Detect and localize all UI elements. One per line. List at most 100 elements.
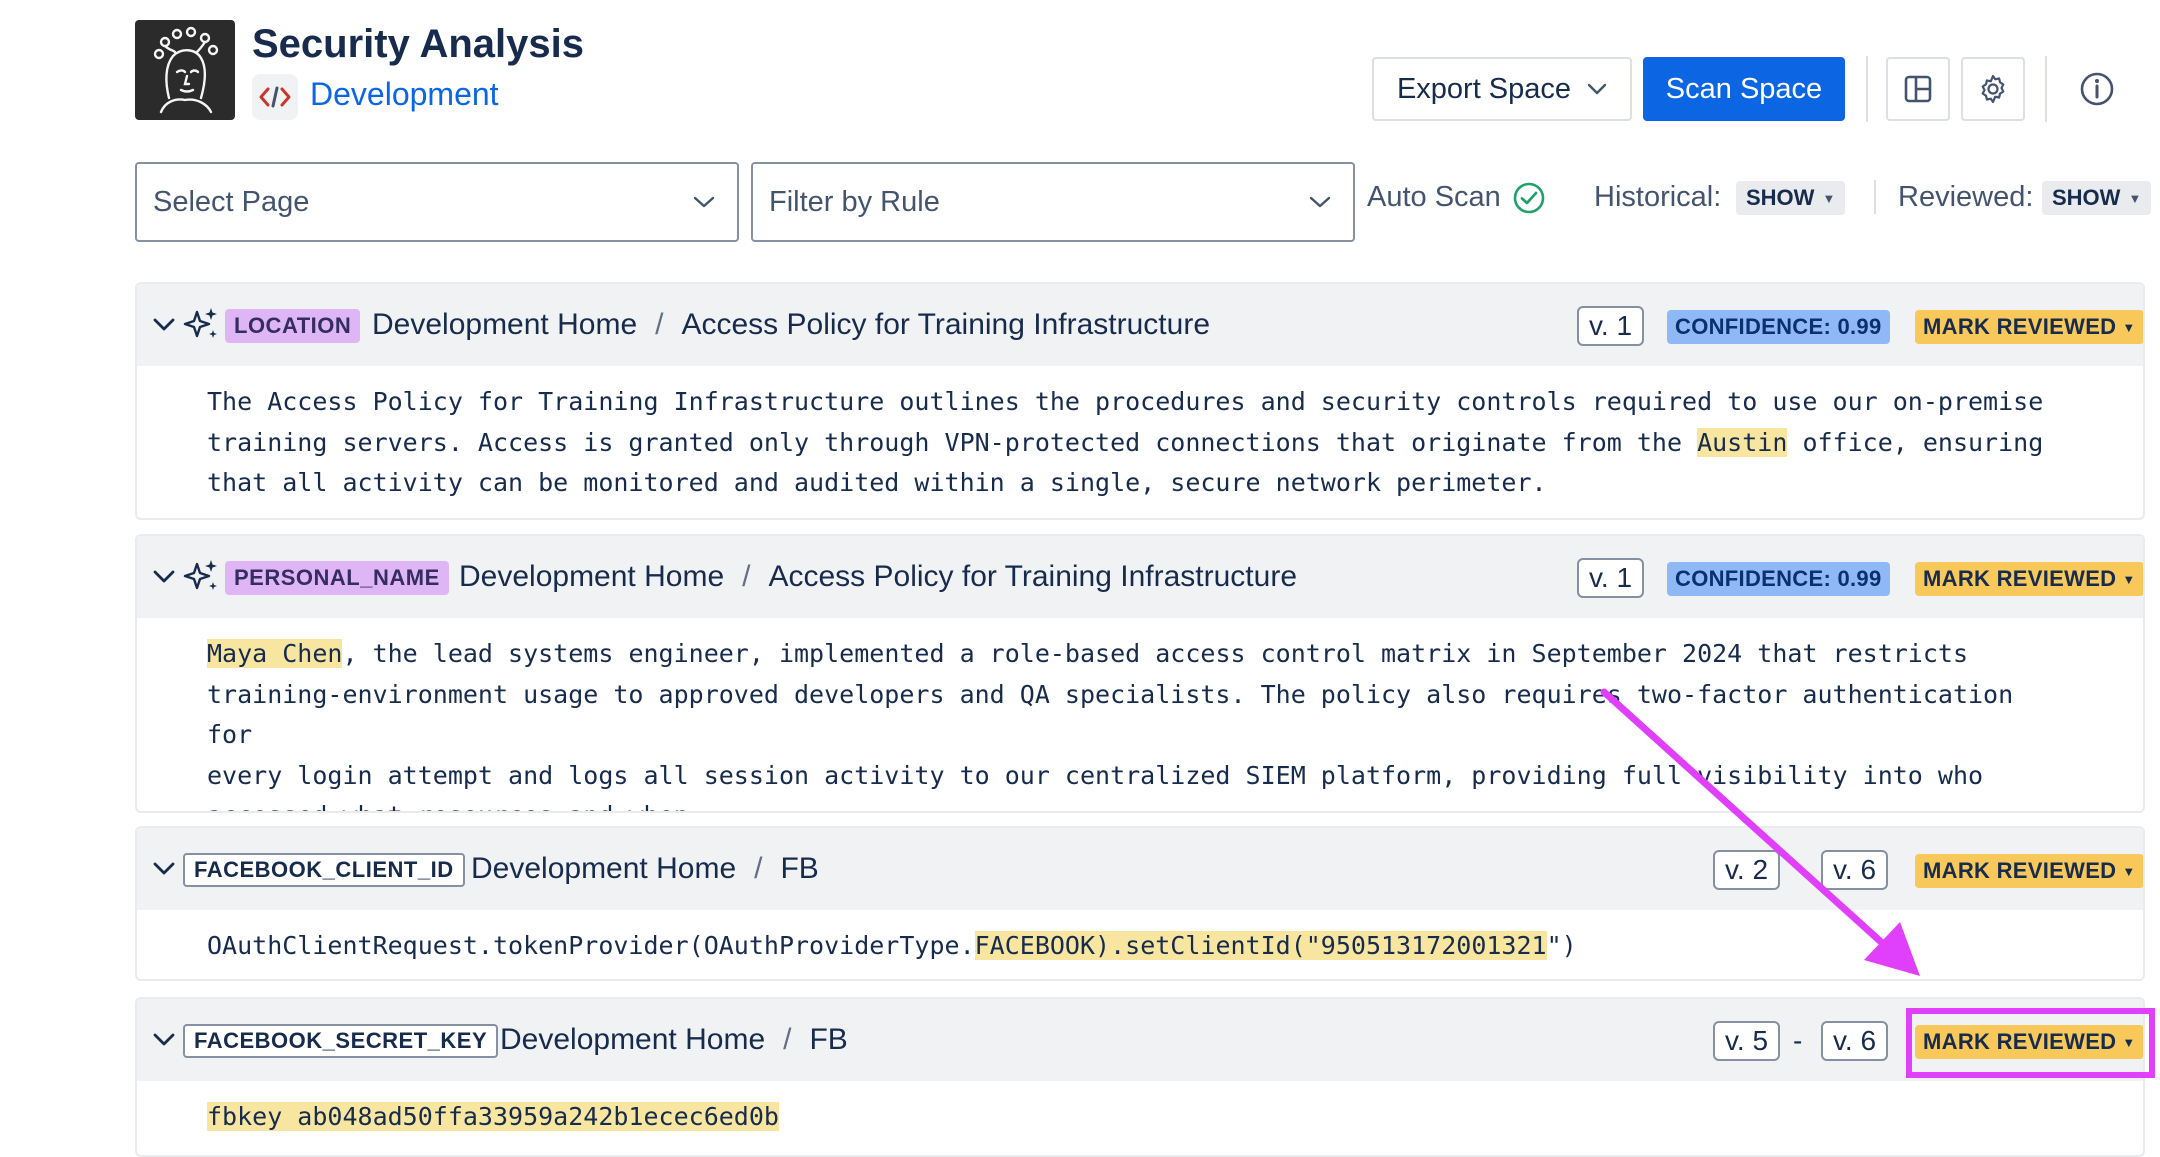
breadcrumb: Development Home / Access Policy for Train… (459, 560, 1297, 594)
rule-tag: LOCATION (225, 309, 361, 343)
reviewed-value: SHOW (2052, 185, 2121, 210)
finding-snippet: OAuthClientRequest.tokenProvider(OAuthPr… (207, 926, 2073, 967)
chevron-down-icon (1309, 196, 1331, 208)
breadcrumb-separator: / (655, 308, 664, 341)
panel-layout-icon (1904, 75, 1932, 103)
finding-snippet: fbkey ab048ad50ffa33959a242b1ecec6ed0b (207, 1097, 2073, 1138)
historical-label: Historical: (1594, 181, 1722, 213)
breadcrumb: Development Home / Access Policy for Train… (372, 308, 1210, 342)
rule-tag: FACEBOOK_CLIENT_ID (183, 853, 465, 887)
caret-down-icon: ▼ (2122, 571, 2136, 587)
annotation-highlight-box (1906, 1008, 2155, 1078)
reviewed-label: Reviewed: (1898, 181, 2034, 213)
finding-card: LOCATION Development Home / Access Policy … (135, 282, 2145, 520)
breadcrumb-separator: / (783, 1023, 792, 1056)
historical-value: SHOW (1746, 185, 1815, 210)
filter-divider (1874, 180, 1876, 214)
space-icon-chip (252, 74, 298, 120)
version-badge[interactable]: v. 1 (1577, 558, 1645, 598)
rule-tag: FACEBOOK_SECRET_KEY (183, 1024, 499, 1058)
snippet-text: , the lead systems engineer, implemented… (207, 639, 2014, 811)
toolbar-divider-2 (2045, 56, 2047, 122)
select-page-placeholder: Select Page (153, 185, 310, 218)
mark-reviewed-button[interactable]: MARK REVIEWED ▼ (1915, 562, 2143, 596)
breadcrumb-page[interactable]: Access Policy for Training Infrastructur… (681, 308, 1210, 341)
chevron-down-icon[interactable] (149, 562, 179, 592)
snippet-match: Austin (1697, 427, 1788, 457)
space-link[interactable]: Development (310, 76, 499, 113)
scan-space-button[interactable]: Scan Space (1643, 57, 1845, 121)
finding-header: LOCATION Development Home / Access Policy … (137, 284, 2143, 366)
code-icon (259, 86, 291, 108)
mark-reviewed-label: MARK REVIEWED (1923, 314, 2117, 339)
select-page-dropdown[interactable]: Select Page (135, 162, 739, 242)
mark-reviewed-label: MARK REVIEWED (1923, 566, 2117, 591)
breadcrumb-separator: / (754, 852, 763, 885)
snippet-match: fbkey ab048ad50ffa33959a242b1ecec6ed0b (207, 1102, 779, 1131)
layout-toggle-button[interactable] (1886, 57, 1950, 121)
breadcrumb-page[interactable]: Access Policy for Training Infrastructur… (768, 560, 1297, 593)
caret-down-icon: ▼ (2122, 319, 2136, 335)
export-space-label: Export Space (1396, 72, 1572, 105)
breadcrumb: Development Home / FB (500, 1023, 848, 1057)
portrait-logo-icon (153, 26, 219, 114)
snippet-match: Maya Chen (207, 639, 343, 668)
breadcrumb-root[interactable]: Development Home (459, 560, 724, 593)
chevron-down-icon[interactable] (149, 854, 179, 884)
finding-snippet: Maya Chen, the lead systems engineer, im… (207, 634, 2073, 811)
info-button[interactable] (2078, 70, 2116, 108)
ai-sparkle-icon (183, 308, 217, 338)
caret-down-icon: ▼ (1822, 190, 1836, 206)
finding-header: FACEBOOK_CLIENT_ID Development Home / FB v… (137, 828, 2143, 910)
breadcrumb-root[interactable]: Development Home (471, 852, 736, 885)
finding-snippet: The Access Policy for Training Infrastru… (207, 382, 2073, 504)
breadcrumb-page[interactable]: FB (809, 1023, 847, 1056)
finding-card: FACEBOOK_SECRET_KEY Development Home / FB … (135, 997, 2145, 1157)
auto-scan-toggle[interactable] (1511, 180, 1547, 216)
finding-card: FACEBOOK_CLIENT_ID Development Home / FB v… (135, 826, 2145, 981)
breadcrumb-root[interactable]: Development Home (372, 308, 637, 341)
finding-card: PERSONAL_NAME Development Home / Access Po… (135, 534, 2145, 813)
confidence-badge: CONFIDENCE: 0.99 (1667, 310, 1890, 344)
info-icon (2080, 72, 2114, 106)
chevron-down-icon[interactable] (149, 310, 179, 340)
caret-down-icon: ▼ (2128, 190, 2142, 206)
version-to-badge[interactable]: v. 6 (1821, 1021, 1889, 1061)
settings-button[interactable] (1961, 57, 2025, 121)
chevron-down-icon[interactable] (149, 1025, 179, 1055)
confidence-badge: CONFIDENCE: 0.99 (1667, 562, 1890, 596)
breadcrumb-separator: / (742, 560, 751, 593)
chevron-down-icon (693, 196, 715, 208)
breadcrumb-root[interactable]: Development Home (500, 1023, 765, 1056)
check-circle-icon (1513, 182, 1545, 214)
toolbar-divider (1866, 56, 1868, 122)
auto-scan-label: Auto Scan (1367, 181, 1501, 213)
snippet-match: FACEBOOK).setClientId("950513172001321 (974, 931, 1547, 960)
gear-icon (1981, 74, 2005, 104)
historical-show-toggle[interactable]: SHOW ▼ (1736, 181, 1846, 215)
version-range-dash: - (1793, 1025, 1803, 1056)
filter-rule-dropdown[interactable]: Filter by Rule (751, 162, 1355, 242)
snippet-text: ") (1546, 931, 1577, 960)
version-from-badge[interactable]: v. 2 (1713, 850, 1781, 890)
export-space-button[interactable]: Export Space (1372, 57, 1632, 121)
mark-reviewed-button[interactable]: MARK REVIEWED ▼ (1915, 854, 2143, 888)
snippet-text: OAuthClientRequest.tokenProvider(OAuthPr… (207, 931, 975, 960)
version-from-badge[interactable]: v. 5 (1713, 1021, 1781, 1061)
page-title: Security Analysis (252, 22, 585, 66)
rule-tag: PERSONAL_NAME (225, 561, 449, 595)
filter-rule-placeholder: Filter by Rule (769, 185, 940, 218)
mark-reviewed-button[interactable]: MARK REVIEWED ▼ (1915, 310, 2143, 344)
breadcrumb: Development Home / FB (471, 852, 819, 886)
reviewed-show-toggle[interactable]: SHOW ▼ (2042, 181, 2152, 215)
scan-space-label: Scan Space (1665, 72, 1823, 105)
version-to-badge[interactable]: v. 6 (1821, 850, 1889, 890)
chevron-down-icon (1587, 83, 1607, 95)
caret-down-icon: ▼ (2122, 863, 2136, 879)
version-badge[interactable]: v. 1 (1577, 306, 1645, 346)
ai-sparkle-icon (183, 560, 217, 590)
finding-header: FACEBOOK_SECRET_KEY Development Home / FB … (137, 999, 2143, 1081)
finding-header: PERSONAL_NAME Development Home / Access Po… (137, 536, 2143, 618)
breadcrumb-page[interactable]: FB (780, 852, 818, 885)
mark-reviewed-label: MARK REVIEWED (1923, 858, 2117, 883)
